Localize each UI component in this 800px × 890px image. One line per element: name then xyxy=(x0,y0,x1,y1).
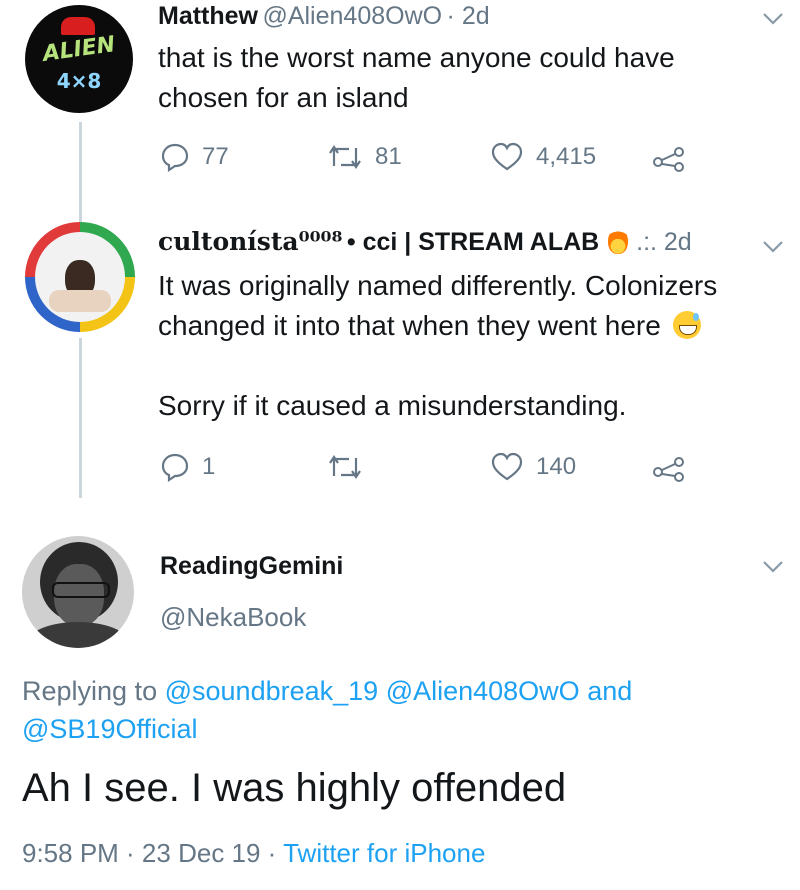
tweet1-header: Matthew @Alien408OwO · 2d xyxy=(158,2,490,31)
main-timestamp[interactable]: 9:58 PM · 23 Dec 19 · xyxy=(22,838,276,868)
tweet-source-link[interactable]: Twitter for iPhone xyxy=(283,838,485,868)
chevron-down-icon[interactable] xyxy=(762,560,784,574)
retweet-button[interactable] xyxy=(327,452,375,482)
reply-count: 1 xyxy=(202,453,216,480)
reply-icon xyxy=(161,453,189,482)
sweat-smile-emoji-icon xyxy=(672,311,701,339)
tweet2-time[interactable]: .:. 2d xyxy=(636,228,692,256)
heart-icon xyxy=(491,142,523,171)
like-button[interactable]: 4,415 xyxy=(490,142,596,172)
avatar-cultonista[interactable] xyxy=(25,222,135,332)
tweet2-text-line2-wrap: changed it into that when they went here xyxy=(158,306,717,346)
main-display-name[interactable]: ReadingGemini xyxy=(160,552,343,581)
fire-emoji-icon xyxy=(607,228,628,254)
reply-count: 77 xyxy=(202,143,229,170)
avatar-hat xyxy=(61,17,95,35)
replying-and: and xyxy=(587,676,633,706)
tweet2-text-line2: changed it into that when they went here xyxy=(158,310,661,341)
tweet2-display-name-rest[interactable]: • cci | STREAM ALAB xyxy=(347,228,599,256)
tweet1-text-line2: chosen for an island xyxy=(158,82,409,113)
thread-connector-1 xyxy=(79,122,82,222)
emoji-sweat xyxy=(692,313,699,321)
tweet1-time[interactable]: · 2d xyxy=(447,2,490,30)
retweet-icon xyxy=(329,455,361,479)
avatar-shoulders xyxy=(28,622,128,648)
tweet1-text: that is the worst name anyone could have… xyxy=(158,38,675,118)
heart-icon xyxy=(491,452,523,481)
reply-button[interactable]: 77 xyxy=(160,142,229,172)
mention-sb19[interactable]: @SB19Official xyxy=(22,714,198,744)
avatar-hands xyxy=(49,290,111,312)
avatar-photo xyxy=(35,232,125,322)
tweet1-handle[interactable]: @Alien408OwO xyxy=(262,2,442,30)
like-count: 140 xyxy=(536,453,577,480)
retweet-button[interactable]: 81 xyxy=(327,142,402,172)
tweet2-header: cultonísta⁰⁰⁰⁸ • cci | STREAM ALAB .:. 2… xyxy=(158,227,692,257)
mention-alien[interactable]: @Alien408OwO xyxy=(386,676,580,706)
share-icon[interactable] xyxy=(652,146,686,172)
like-button[interactable]: 140 xyxy=(490,452,576,482)
retweet-icon xyxy=(329,145,361,169)
avatar-label-bottom: 4×8 xyxy=(56,69,102,93)
tweet2-display-name[interactable]: cultonísta⁰⁰⁰⁸ xyxy=(158,227,342,256)
chevron-down-icon[interactable] xyxy=(762,240,784,254)
replying-prefix: Replying to xyxy=(22,676,158,706)
main-tweet-text: Ah I see. I was highly offended xyxy=(22,766,567,810)
chevron-down-icon[interactable] xyxy=(762,12,784,26)
tweet2-text: It was originally named differently. Col… xyxy=(158,266,717,426)
replying-to: Replying to @soundbreak_19 @Alien408OwO … xyxy=(22,672,772,748)
thread-connector-2 xyxy=(79,338,82,498)
tweet1-display-name[interactable]: Matthew xyxy=(158,2,258,30)
tweet2-text-line3: Sorry if it caused a misunderstanding. xyxy=(158,390,627,421)
retweet-count: 81 xyxy=(375,143,402,170)
avatar-glasses xyxy=(52,582,110,598)
tweet2-text-line1: It was originally named differently. Col… xyxy=(158,270,718,301)
main-handle[interactable]: @NekaBook xyxy=(160,602,306,633)
mention-soundbreak[interactable]: @soundbreak_19 xyxy=(165,676,379,706)
emoji-mouth xyxy=(678,325,697,335)
reply-button[interactable]: 1 xyxy=(160,452,215,482)
avatar-label-top: ALIEN xyxy=(41,32,117,67)
main-tweet-footer: 9:58 PM · 23 Dec 19 · Twitter for iPhone xyxy=(22,838,485,869)
share-icon[interactable] xyxy=(652,456,686,482)
avatar-readinggemini[interactable] xyxy=(22,536,134,648)
like-count: 4,415 xyxy=(536,143,597,170)
tweet1-text-line1: that is the worst name anyone could have xyxy=(158,42,675,73)
reply-icon xyxy=(161,143,189,172)
avatar-matthew[interactable]: ALIEN 4×8 xyxy=(25,5,133,113)
